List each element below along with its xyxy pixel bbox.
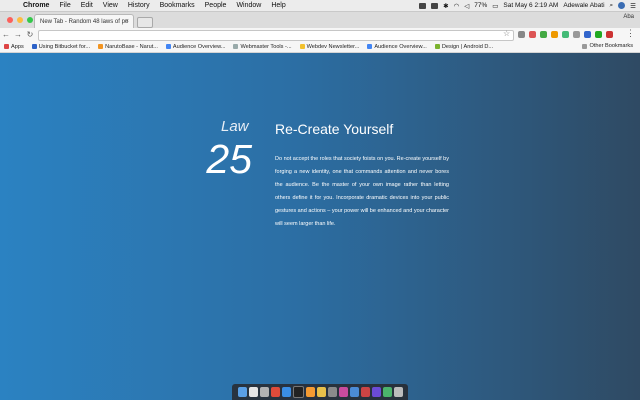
- photos-icon[interactable]: [316, 387, 326, 397]
- bookmark-item[interactable]: Audience Overview...: [162, 44, 230, 50]
- app-icon[interactable]: [360, 387, 370, 397]
- battery-icon[interactable]: ▭: [492, 2, 498, 10]
- extension-icon[interactable]: [573, 31, 580, 38]
- tab-title: New Tab - Random 48 laws of po: [40, 19, 129, 25]
- star-icon[interactable]: ☆: [503, 29, 510, 38]
- back-icon[interactable]: ←: [0, 30, 12, 39]
- mac-menu-bar: Chrome File Edit View History Bookmarks …: [0, 0, 640, 12]
- new-tab-button[interactable]: [137, 17, 153, 28]
- launchpad-icon[interactable]: [259, 387, 269, 397]
- forward-icon[interactable]: →: [12, 30, 24, 39]
- bookmark-item[interactable]: Using Bitbucket for...: [28, 44, 94, 50]
- bookmark-apps[interactable]: Apps: [0, 44, 28, 50]
- extension-icon[interactable]: [518, 31, 525, 38]
- bitbucket-icon: [31, 44, 37, 49]
- menu-app-name[interactable]: Chrome: [18, 2, 54, 9]
- status-icon[interactable]: [419, 2, 427, 9]
- menu-edit[interactable]: Edit: [76, 2, 98, 9]
- bookmark-label: NarutoBase - Narut...: [105, 43, 158, 50]
- webmaster-icon: [233, 44, 239, 49]
- menu-help[interactable]: Help: [266, 2, 290, 9]
- notifications-icon[interactable]: ☰: [630, 2, 636, 10]
- bookmark-item[interactable]: Design | Android D...: [431, 44, 497, 50]
- battery-percent[interactable]: 77%: [474, 2, 487, 9]
- reload-icon[interactable]: ↻: [24, 30, 36, 39]
- extension-icon[interactable]: [584, 31, 591, 38]
- status-icon[interactable]: [431, 2, 439, 9]
- folder-icon: [582, 43, 588, 49]
- browser-toolbar: ← → ↻ ☆ ⋮: [0, 28, 640, 48]
- android-icon: [434, 44, 440, 49]
- safari-icon[interactable]: [281, 387, 291, 397]
- bookmark-item[interactable]: NarutoBase - Narut...: [94, 44, 162, 50]
- bookmark-item[interactable]: Webmaster Tools -...: [229, 44, 295, 50]
- extension-icon[interactable]: [562, 31, 569, 38]
- zoom-window-button[interactable]: [27, 17, 33, 23]
- app-icon[interactable]: [349, 387, 359, 397]
- extension-icon[interactable]: [595, 31, 602, 38]
- address-bar[interactable]: [38, 30, 514, 48]
- menu-bookmarks[interactable]: Bookmarks: [155, 2, 200, 9]
- law-description: Do not accept the roles that society foi…: [275, 156, 449, 227]
- menu-file[interactable]: File: [54, 2, 75, 9]
- document-icon[interactable]: [248, 387, 258, 397]
- narutobase-icon: [98, 44, 104, 49]
- law-label: Law: [221, 118, 249, 135]
- profile-button[interactable]: Aba: [623, 14, 634, 20]
- bookmarks-bar: Apps Using Bitbucket for... NarutoBase -…: [0, 41, 640, 53]
- terminal-icon[interactable]: [292, 386, 304, 398]
- other-bookmarks[interactable]: Other Bookmarks: [578, 43, 637, 49]
- menu-window[interactable]: Window: [231, 2, 266, 9]
- extension-icon[interactable]: [529, 31, 536, 38]
- clock[interactable]: Sat May 6 2:19 AM: [503, 2, 558, 9]
- bookmark-label: Design | Android D...: [441, 43, 494, 50]
- settings-icon[interactable]: [327, 387, 337, 397]
- menu-view[interactable]: View: [98, 2, 123, 9]
- dock: [232, 384, 408, 400]
- tab-strip: New Tab - Random 48 laws of po × Aba: [0, 12, 640, 28]
- siri-icon[interactable]: [618, 2, 626, 9]
- chrome-icon[interactable]: [270, 387, 280, 397]
- finder-icon[interactable]: [237, 387, 247, 397]
- extension-icon[interactable]: [540, 31, 547, 38]
- bookmark-label: Other Bookmarks: [589, 43, 633, 49]
- law-title: Re-Create Yourself: [275, 121, 394, 137]
- bluetooth-icon[interactable]: ✱: [443, 2, 448, 10]
- app-icon[interactable]: [382, 387, 392, 397]
- menu-history[interactable]: History: [123, 2, 155, 9]
- newsletter-icon: [299, 44, 305, 49]
- extension-icon[interactable]: [606, 31, 613, 38]
- close-window-button[interactable]: [7, 17, 13, 23]
- menu-people[interactable]: People: [200, 2, 232, 9]
- search-icon[interactable]: ⌕: [610, 2, 614, 10]
- bookmark-label: Audience Overview...: [172, 43, 226, 50]
- app-icon[interactable]: [338, 387, 348, 397]
- bookmark-label: Audience Overview...: [374, 43, 427, 50]
- wifi-icon[interactable]: ◠: [454, 2, 460, 10]
- new-tab-page: Law 25 Re-Create Yourself Do not accept …: [0, 53, 640, 400]
- bookmark-label: Apps: [11, 43, 24, 50]
- more-menu-icon[interactable]: ⋮: [626, 28, 635, 39]
- bookmark-item[interactable]: Webdev Newsletter...: [296, 44, 364, 50]
- bookmark-label: Using Bitbucket for...: [38, 43, 91, 50]
- window-controls: [7, 17, 33, 23]
- bookmark-label: Webdev Newsletter...: [306, 43, 360, 50]
- sublime-icon[interactable]: [305, 387, 315, 397]
- apps-icon: [4, 44, 9, 49]
- tab-active[interactable]: New Tab - Random 48 laws of po ×: [34, 14, 134, 28]
- user-name[interactable]: Adewale Abati: [563, 2, 604, 9]
- minimize-window-button[interactable]: [17, 17, 23, 23]
- trash-icon[interactable]: [393, 387, 403, 397]
- app-icon[interactable]: [371, 387, 381, 397]
- google-icon: [165, 44, 171, 49]
- google-icon: [367, 44, 373, 49]
- close-icon[interactable]: ×: [125, 15, 129, 28]
- volume-icon[interactable]: ◁: [464, 2, 469, 10]
- extension-icon[interactable]: [551, 31, 558, 38]
- status-area: ✱ ◠ ◁ 77% ▭ Sat May 6 2:19 AM Adewale Ab…: [419, 2, 640, 10]
- bookmark-item[interactable]: Audience Overview...: [363, 44, 431, 50]
- extensions: [518, 31, 613, 38]
- law-number: 25: [206, 136, 252, 182]
- bookmark-label: Webmaster Tools -...: [240, 43, 292, 50]
